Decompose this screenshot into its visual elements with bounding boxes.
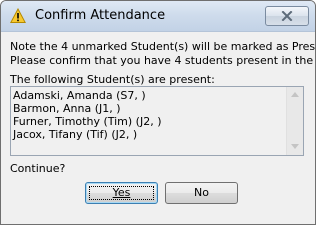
list-item[interactable]: Jacox, Tifany (Tif) (J2, )	[13, 128, 286, 141]
message-line-2: Please confirm that you have 4 students …	[10, 54, 316, 67]
list-item[interactable]: Barmon, Anna (J1, )	[13, 102, 286, 115]
scroll-down-button[interactable]	[287, 139, 303, 155]
dialog-body: Note the 4 unmarked Student(s) will be m…	[1, 32, 315, 224]
student-list[interactable]: Adamski, Amanda (S7, ) Barmon, Anna (J1,…	[10, 86, 304, 156]
chevron-down-icon	[291, 144, 299, 149]
no-button-label: No	[194, 186, 209, 199]
vertical-scrollbar[interactable]	[286, 87, 303, 155]
message-line-1: Note the 4 unmarked Student(s) will be m…	[10, 40, 316, 53]
continue-prompt: Continue?	[10, 162, 66, 175]
chevron-up-icon	[291, 92, 299, 97]
window-title: Confirm Attendance	[35, 8, 166, 23]
close-icon	[281, 11, 293, 21]
scroll-up-button[interactable]	[287, 87, 303, 103]
warning-icon	[9, 7, 27, 24]
list-item[interactable]: Adamski, Amanda (S7, )	[13, 89, 286, 102]
yes-button-label: Yes	[112, 186, 131, 199]
no-button[interactable]: No	[165, 182, 238, 204]
confirm-attendance-dialog: Confirm Attendance Note the 4 unmarked S…	[0, 0, 316, 225]
close-button[interactable]	[265, 6, 309, 26]
list-item[interactable]: Furner, Timothy (Tim) (J2, )	[13, 115, 286, 128]
student-list-items: Adamski, Amanda (S7, ) Barmon, Anna (J1,…	[13, 89, 286, 141]
student-list-heading: The following Student(s) are present:	[10, 73, 215, 86]
title-bar[interactable]: Confirm Attendance	[1, 1, 315, 32]
yes-button[interactable]: Yes	[85, 182, 158, 204]
